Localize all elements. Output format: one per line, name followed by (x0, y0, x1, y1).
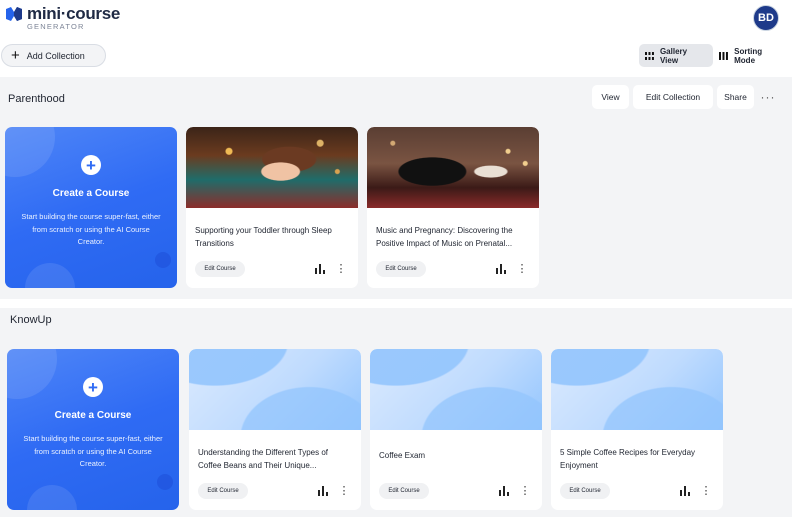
add-collection-label: Add Collection (26, 50, 85, 61)
collection-title: Parenthood (8, 93, 65, 105)
course-card[interactable]: 5 Simple Coffee Recipes for Everyday Enj… (551, 349, 723, 510)
gallery-view-label: Gallery View (659, 46, 688, 65)
decorative-blob (155, 252, 171, 268)
edit-course-button[interactable]: Edit Course (198, 483, 248, 499)
edit-course-button[interactable]: Edit Course (195, 261, 245, 277)
edit-course-button[interactable]: Edit Course (376, 261, 426, 277)
create-course-card[interactable]: + Create a Course Start building the cou… (5, 127, 177, 288)
create-course-title: Create a Course (54, 410, 132, 421)
more-options-icon[interactable]: ··· (758, 85, 778, 109)
decorative-blob (25, 263, 75, 288)
course-title[interactable]: Coffee Exam (379, 449, 534, 462)
add-collection-button[interactable]: + Add Collection (1, 44, 106, 67)
bar-chart-icon[interactable] (499, 486, 509, 496)
course-thumbnail[interactable] (551, 349, 723, 430)
create-course-title: Create a Course (52, 188, 130, 199)
bar-chart-icon[interactable] (318, 486, 328, 496)
kebab-menu-icon[interactable]: ⋮ (520, 483, 531, 499)
top-bar: mini·course GENERATOR BD (0, 0, 792, 38)
course-title[interactable]: Music and Pregnancy: Discovering the Pos… (376, 224, 531, 250)
course-title[interactable]: Understanding the Different Types of Cof… (198, 446, 353, 472)
collection-title: KnowUp (10, 314, 52, 326)
sorting-mode-label: Sorting Mode (734, 46, 763, 65)
plus-circle-icon: + (83, 377, 103, 397)
columns-icon (719, 51, 729, 60)
course-thumbnail[interactable] (370, 349, 542, 430)
kebab-menu-icon[interactable]: ⋮ (339, 483, 350, 499)
kebab-menu-icon[interactable]: ⋮ (701, 483, 712, 499)
course-thumbnail[interactable] (186, 127, 358, 208)
view-toggle: Gallery View Sorting Mode (639, 44, 791, 67)
logo-mark-icon (6, 7, 22, 21)
gallery-view-button[interactable]: Gallery View (639, 44, 714, 67)
edit-collection-button[interactable]: Edit Collection (633, 85, 713, 109)
course-card[interactable]: Supporting your Toddler through Sleep Tr… (186, 127, 358, 288)
create-course-card[interactable]: + Create a Course Start building the cou… (7, 349, 179, 510)
collection-section-knowup: KnowUp + Create a Course Start building … (0, 308, 792, 517)
app-logo[interactable]: mini·course GENERATOR (5, 5, 120, 31)
share-collection-button[interactable]: Share (717, 85, 754, 109)
user-avatar[interactable]: BD (753, 5, 779, 31)
course-thumbnail[interactable] (367, 127, 539, 208)
sorting-mode-button[interactable]: Sorting Mode (713, 44, 791, 67)
kebab-menu-icon[interactable]: ⋮ (336, 261, 347, 277)
logo-main-text: mini·course (27, 4, 121, 23)
grid-icon (645, 51, 654, 60)
bar-chart-icon[interactable] (496, 264, 506, 274)
edit-course-button[interactable]: Edit Course (560, 483, 610, 499)
course-title[interactable]: Supporting your Toddler through Sleep Tr… (195, 224, 350, 250)
decorative-blob (157, 474, 173, 490)
course-card[interactable]: Understanding the Different Types of Cof… (189, 349, 361, 510)
collection-section-parenthood: Parenthood View Edit Collection Share ··… (0, 77, 792, 299)
plus-circle-icon: + (81, 155, 101, 175)
collection-actions: View Edit Collection Share ··· (592, 85, 778, 109)
create-course-description: Start building the course super-fast, ei… (21, 212, 161, 246)
bar-chart-icon[interactable] (680, 486, 690, 496)
bar-chart-icon[interactable] (315, 264, 325, 274)
course-thumbnail[interactable] (189, 349, 361, 430)
create-course-description: Start building the course super-fast, ei… (23, 434, 163, 468)
course-card[interactable]: Music and Pregnancy: Discovering the Pos… (367, 127, 539, 288)
logo-sub-text: GENERATOR (27, 22, 85, 31)
course-title[interactable]: 5 Simple Coffee Recipes for Everyday Enj… (560, 446, 715, 472)
plus-icon: + (11, 47, 20, 64)
decorative-blob (27, 485, 77, 510)
decorative-blob (7, 349, 57, 399)
course-card[interactable]: Coffee Exam Edit Course ⋮ (370, 349, 542, 510)
view-collection-button[interactable]: View (592, 85, 629, 109)
kebab-menu-icon[interactable]: ⋮ (517, 261, 528, 277)
edit-course-button[interactable]: Edit Course (379, 483, 429, 499)
decorative-blob (5, 127, 55, 177)
